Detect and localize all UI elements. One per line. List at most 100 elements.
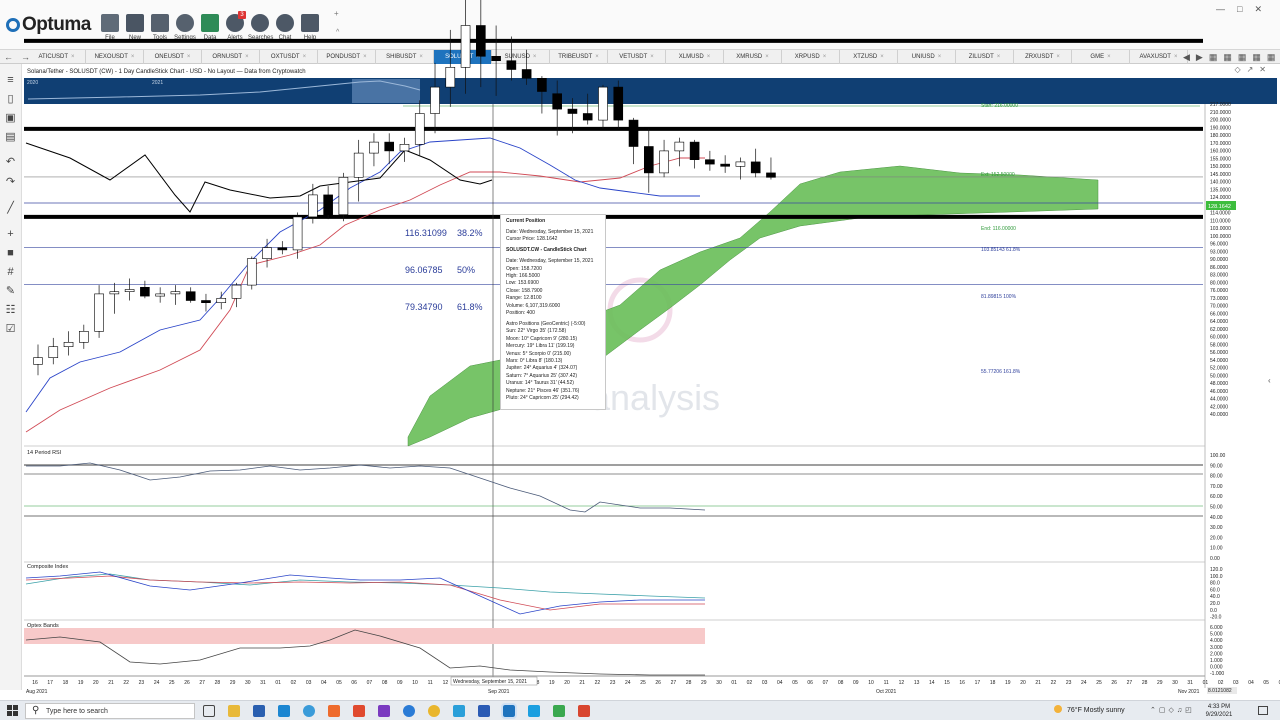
- start-button[interactable]: [7, 705, 18, 716]
- chart-area[interactable]: 2020 2021analysis116.31099 38.2%96.06785 50…: [0, 0, 1280, 700]
- candle-body: [598, 86, 608, 121]
- office-icon[interactable]: [328, 705, 340, 717]
- date-axis-label: 13: [914, 680, 920, 686]
- info-tooltip: Current Position Date: Wednesday, Septem…: [500, 214, 606, 410]
- brave-icon[interactable]: [353, 705, 365, 717]
- chrome-icon[interactable]: [428, 705, 440, 717]
- cursor-date-tag: Wednesday, September 15, 2021: [453, 679, 527, 685]
- date-axis-label: 29: [1157, 680, 1163, 686]
- app-icon-2[interactable]: [528, 705, 540, 717]
- candle-body: [79, 330, 89, 343]
- fib-value-label: 96.06785: [405, 265, 443, 275]
- candle-body: [308, 194, 318, 218]
- sun-icon: [1054, 705, 1062, 713]
- rsi-axis-label: 20.00: [1210, 535, 1223, 541]
- candle-body: [323, 194, 333, 215]
- price-axis-label: 124.0000: [1210, 195, 1231, 201]
- notifications-icon[interactable]: [1258, 706, 1268, 715]
- candle-body: [414, 113, 425, 145]
- price-axis-label: 150.0000: [1210, 164, 1231, 170]
- date-axis-label: 07: [823, 680, 829, 686]
- weather-widget[interactable]: 76°F Mostly sunny: [1054, 701, 1125, 720]
- price-axis-label: 160.0000: [1210, 149, 1231, 155]
- optuma-taskbar-icon[interactable]: [501, 703, 517, 719]
- candle-body: [613, 86, 624, 121]
- price-axis-label: 110.0000: [1210, 218, 1231, 224]
- date-axis-label: 24: [154, 680, 160, 686]
- composite-axis-label: -20.0: [1210, 615, 1222, 621]
- candle-body: [659, 150, 669, 174]
- candle-body: [185, 291, 196, 301]
- candle-body: [140, 286, 150, 297]
- candle-body: [674, 141, 685, 152]
- date-axis-label: 19: [78, 680, 84, 686]
- system-tray[interactable]: ⌃▢◇♫◰: [1150, 701, 1195, 720]
- price-axis-label: 140.0000: [1210, 180, 1231, 186]
- candle-body: [430, 86, 440, 114]
- date-axis-label: 27: [671, 680, 677, 686]
- price-axis-label: 76.0000: [1210, 288, 1228, 294]
- date-axis-label: 05: [1263, 680, 1269, 686]
- fib-extension-label: Start: 216.00000: [981, 103, 1018, 109]
- rsi-axis-label: 40.00: [1210, 515, 1223, 521]
- price-axis-label: 40.0000: [1210, 412, 1228, 418]
- price-axis-label: 114.0000: [1210, 211, 1231, 217]
- date-axis-label: 19: [1005, 680, 1011, 686]
- store-icon[interactable]: [253, 705, 265, 717]
- price-axis-label: 96.0000: [1210, 242, 1228, 248]
- date-axis-label: 05: [336, 680, 342, 686]
- recorder-icon[interactable]: [578, 705, 590, 717]
- date-axis-label: 17: [47, 680, 53, 686]
- telegram-icon[interactable]: [453, 705, 465, 717]
- task-view-icon[interactable]: [203, 705, 215, 717]
- candle-body: [201, 300, 211, 303]
- optex-band: [24, 628, 705, 644]
- rsi-axis-label: 100.00: [1210, 453, 1226, 459]
- rsi-axis-label: 0.00: [1210, 556, 1220, 562]
- candle-body: [460, 25, 471, 68]
- month-axis-label: Aug 2021: [26, 689, 48, 695]
- date-axis-label: 21: [579, 680, 585, 686]
- date-axis-label: 11: [428, 680, 433, 686]
- candle-body: [552, 93, 562, 110]
- date-axis-label: 04: [1248, 680, 1254, 686]
- rsi-axis-label: 90.00: [1210, 463, 1223, 469]
- candle-body: [277, 247, 288, 251]
- date-axis-label: 29: [230, 680, 236, 686]
- date-axis-label: 03: [306, 680, 312, 686]
- price-axis-label: 60.0000: [1210, 335, 1228, 341]
- watermark-text: analysis: [590, 377, 720, 418]
- file-explorer-icon[interactable]: [228, 705, 240, 717]
- composite-axis-label: 40.0: [1210, 594, 1220, 600]
- date-axis-label: 14: [929, 680, 935, 686]
- price-axis-label: 42.0000: [1210, 404, 1228, 410]
- date-axis-label: 21: [108, 680, 114, 686]
- rsi-axis-label: 50.00: [1210, 505, 1223, 511]
- edge-browser-icon[interactable]: [403, 705, 415, 717]
- edge-icon[interactable]: [303, 705, 315, 717]
- candle-body: [48, 346, 59, 359]
- mail-icon[interactable]: [278, 705, 290, 717]
- price-axis-label: 46.0000: [1210, 389, 1228, 395]
- date-axis-label: 22: [1051, 680, 1057, 686]
- date-axis-label: 28: [1142, 680, 1148, 686]
- date-axis-label: 25: [1096, 680, 1102, 686]
- date-axis-label: 28: [686, 680, 692, 686]
- price-axis-label: 80.0000: [1210, 280, 1228, 286]
- date-axis-label: 11: [884, 680, 889, 686]
- date-axis-label: 20: [93, 680, 99, 686]
- camtasia-icon[interactable]: [553, 705, 565, 717]
- date-axis-label: 03: [762, 680, 768, 686]
- word-icon[interactable]: [478, 705, 490, 717]
- date-axis-label: 24: [625, 680, 631, 686]
- taskbar-search-box[interactable]: ⚲ Type here to search: [25, 703, 195, 719]
- app-icon[interactable]: [378, 705, 390, 717]
- price-axis-label: 50.0000: [1210, 373, 1228, 379]
- taskbar-clock[interactable]: 4:33 PM 9/29/2021: [1196, 703, 1242, 719]
- candle-body: [369, 141, 379, 154]
- candle-body: [476, 25, 486, 57]
- candle-body: [491, 55, 501, 61]
- candle-body: [643, 146, 654, 174]
- date-axis-label: 01: [1203, 680, 1209, 686]
- fib-value-label: 116.31099: [405, 228, 447, 238]
